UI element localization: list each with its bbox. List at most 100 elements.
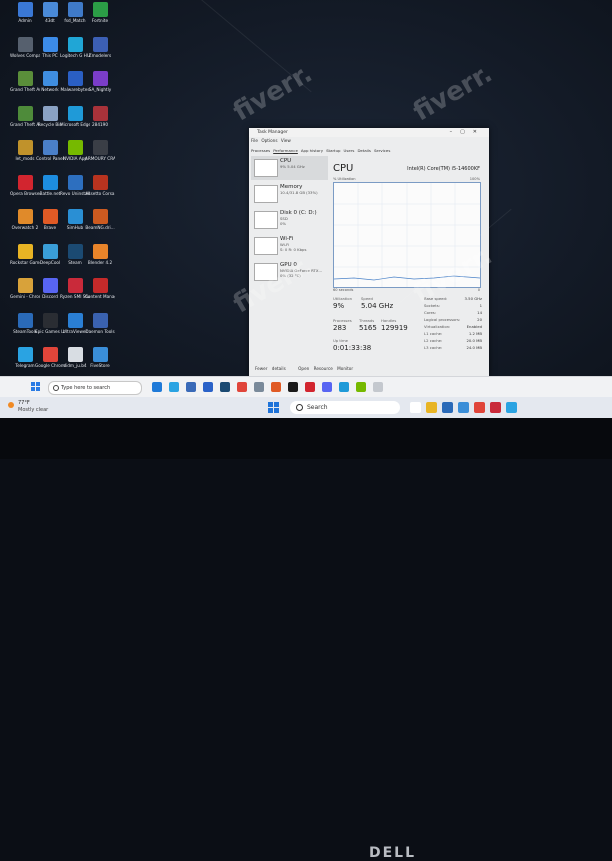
pinned-app-icon[interactable] bbox=[410, 402, 421, 413]
start-icon[interactable] bbox=[31, 382, 40, 391]
weather-condition: Mostly clear bbox=[18, 407, 49, 413]
spec-value: 1 bbox=[479, 303, 482, 308]
desktop-icon-label: Assetto Corsa bbox=[85, 190, 115, 196]
watermark-text: fiverr. bbox=[408, 58, 498, 128]
resource-item[interactable]: Memory 10.4/31.8 GB (33%) bbox=[251, 182, 328, 206]
percent-axis-label: 100% bbox=[469, 177, 480, 181]
desktop-icon[interactable]: Blender 4.2 bbox=[85, 243, 115, 280]
pinned-app-icon[interactable] bbox=[474, 402, 485, 413]
desktop-icon[interactable]: SA_Nightly bbox=[85, 71, 115, 107]
taskbar-app-icon[interactable] bbox=[169, 382, 179, 392]
pinned-app-icon[interactable] bbox=[426, 402, 437, 413]
resource-item[interactable]: Wi-Fi Wi-Fi S: 0 R: 0 Kbps bbox=[251, 234, 328, 258]
pinned-app-icon[interactable] bbox=[506, 402, 517, 413]
resource-detail: 9% 5.04 GHz bbox=[280, 164, 305, 169]
taskbar-windows11: 77°F Mostly clear Search bbox=[0, 397, 612, 418]
pinned-app-icon[interactable] bbox=[442, 402, 453, 413]
app-icon bbox=[42, 105, 58, 121]
pinned-app-icon[interactable] bbox=[490, 402, 501, 413]
search-box[interactable]: Search bbox=[290, 401, 400, 414]
spec-key: Virtualization: bbox=[424, 324, 451, 329]
desktop-icon[interactable]: Assetto Corsa bbox=[85, 174, 115, 211]
taskbar-app-icon[interactable] bbox=[203, 382, 213, 392]
app-icon bbox=[17, 174, 33, 190]
tab-app-history[interactable]: App history bbox=[301, 148, 323, 153]
resource-item[interactable]: CPU 9% 5.04 GHz bbox=[251, 156, 328, 180]
taskbar-app-icon[interactable] bbox=[288, 382, 298, 392]
app-icon bbox=[92, 36, 108, 52]
title-bar[interactable]: Task Manager –▢✕ bbox=[249, 128, 489, 137]
tab-services[interactable]: Services bbox=[374, 148, 390, 153]
spec-key: L1 cache: bbox=[424, 331, 443, 336]
tab-bar: Processes Performance App history Startup Us… bbox=[251, 148, 390, 153]
taskbar-app-icon[interactable] bbox=[373, 382, 383, 392]
cpu-heading: CPU bbox=[333, 163, 354, 174]
spec-row: Virtualization: Enabled bbox=[424, 324, 482, 330]
app-icon bbox=[92, 347, 108, 362]
taskbar-app-icon[interactable] bbox=[339, 382, 349, 392]
tab-processes[interactable]: Processes bbox=[251, 148, 270, 153]
desktop-icon[interactable]: BeamNG.dri... bbox=[85, 209, 115, 245]
window-title: Task Manager bbox=[257, 130, 288, 135]
app-icon bbox=[42, 278, 58, 293]
desktop-icon[interactable]: ARMOURY CRATE bbox=[85, 140, 115, 176]
processes-stat: Processes 283 bbox=[333, 318, 352, 332]
app-icon bbox=[17, 278, 33, 293]
app-icon bbox=[67, 36, 83, 52]
desktop-icon[interactable]: Content Manager bbox=[85, 278, 115, 314]
weather-widget[interactable]: 77°F Mostly clear bbox=[6, 399, 66, 416]
tab-startup[interactable]: Startup bbox=[326, 148, 340, 153]
start-icon[interactable] bbox=[268, 402, 279, 413]
taskbar-app-icon[interactable] bbox=[305, 382, 315, 392]
tab-details[interactable]: Details bbox=[357, 148, 371, 153]
search-label: Search bbox=[307, 404, 328, 411]
taskbar-app-icon[interactable] bbox=[254, 382, 264, 392]
taskbar-app-icon[interactable] bbox=[356, 382, 366, 392]
app-icon bbox=[42, 36, 58, 52]
taskbar-app-icon[interactable] bbox=[271, 382, 281, 392]
app-icon bbox=[67, 174, 83, 190]
monitor-bezel: DELL bbox=[0, 418, 612, 861]
resource-item[interactable]: Disk 0 (C: D:) SSD 0% bbox=[251, 208, 328, 232]
spec-value: 3.50 GHz bbox=[464, 296, 482, 301]
tab-performance[interactable]: Performance bbox=[273, 148, 298, 153]
desktop-icon[interactable]: Zmodelers bbox=[85, 36, 115, 73]
spec-value: 1.2 MB bbox=[468, 331, 482, 336]
menu-bar[interactable]: File Options View bbox=[251, 138, 291, 143]
app-icon bbox=[67, 105, 83, 121]
desktop-icon-label: 284190 bbox=[92, 121, 108, 127]
taskbar-app-icon[interactable] bbox=[322, 382, 332, 392]
search-box[interactable]: Type here to search bbox=[48, 381, 142, 395]
speed-stat: Speed 5.04 GHz bbox=[361, 296, 394, 310]
uptime-stat: Up time 0:01:33:38 bbox=[333, 338, 372, 352]
desktop-icon[interactable]: 284190 bbox=[85, 105, 115, 142]
desktop-icon[interactable]: Fortnite bbox=[85, 2, 115, 38]
pinned-app-icon[interactable] bbox=[458, 402, 469, 413]
app-icon bbox=[67, 2, 83, 17]
utilization-stat: Utilization 9% bbox=[333, 296, 353, 310]
weather-icon bbox=[8, 402, 14, 408]
spec-key: L3 cache: bbox=[424, 345, 443, 350]
app-icon bbox=[67, 71, 83, 86]
search-icon bbox=[296, 404, 303, 411]
fewer-details-link[interactable]: Fewer details bbox=[255, 366, 286, 371]
spec-key: Logical processors: bbox=[424, 317, 461, 322]
taskbar-app-icon[interactable] bbox=[237, 382, 247, 392]
spec-row: Logical processors: 20 bbox=[424, 317, 482, 323]
resource-monitor-link[interactable]: Open Resource Monitor bbox=[298, 366, 353, 371]
spec-row: Cores: 14 bbox=[424, 310, 482, 316]
app-icon bbox=[17, 2, 33, 17]
taskbar-app-icon[interactable] bbox=[186, 382, 196, 392]
app-icon bbox=[92, 2, 108, 17]
desktop-icon[interactable]: Daemon Tools bbox=[85, 312, 115, 349]
taskbar-app-icon[interactable] bbox=[152, 382, 162, 392]
window-controls[interactable]: –▢✕ bbox=[450, 129, 485, 135]
taskbar-app-icon[interactable] bbox=[220, 382, 230, 392]
desktop-icon-label: ARMOURY CRATE bbox=[85, 156, 115, 161]
app-icon bbox=[92, 243, 108, 259]
tab-users[interactable]: Users bbox=[344, 148, 355, 153]
app-icon bbox=[92, 71, 108, 86]
search-placeholder: Type here to search bbox=[61, 385, 111, 391]
app-icon bbox=[92, 174, 108, 190]
desktop-icon-label: FiveStore bbox=[90, 363, 110, 368]
